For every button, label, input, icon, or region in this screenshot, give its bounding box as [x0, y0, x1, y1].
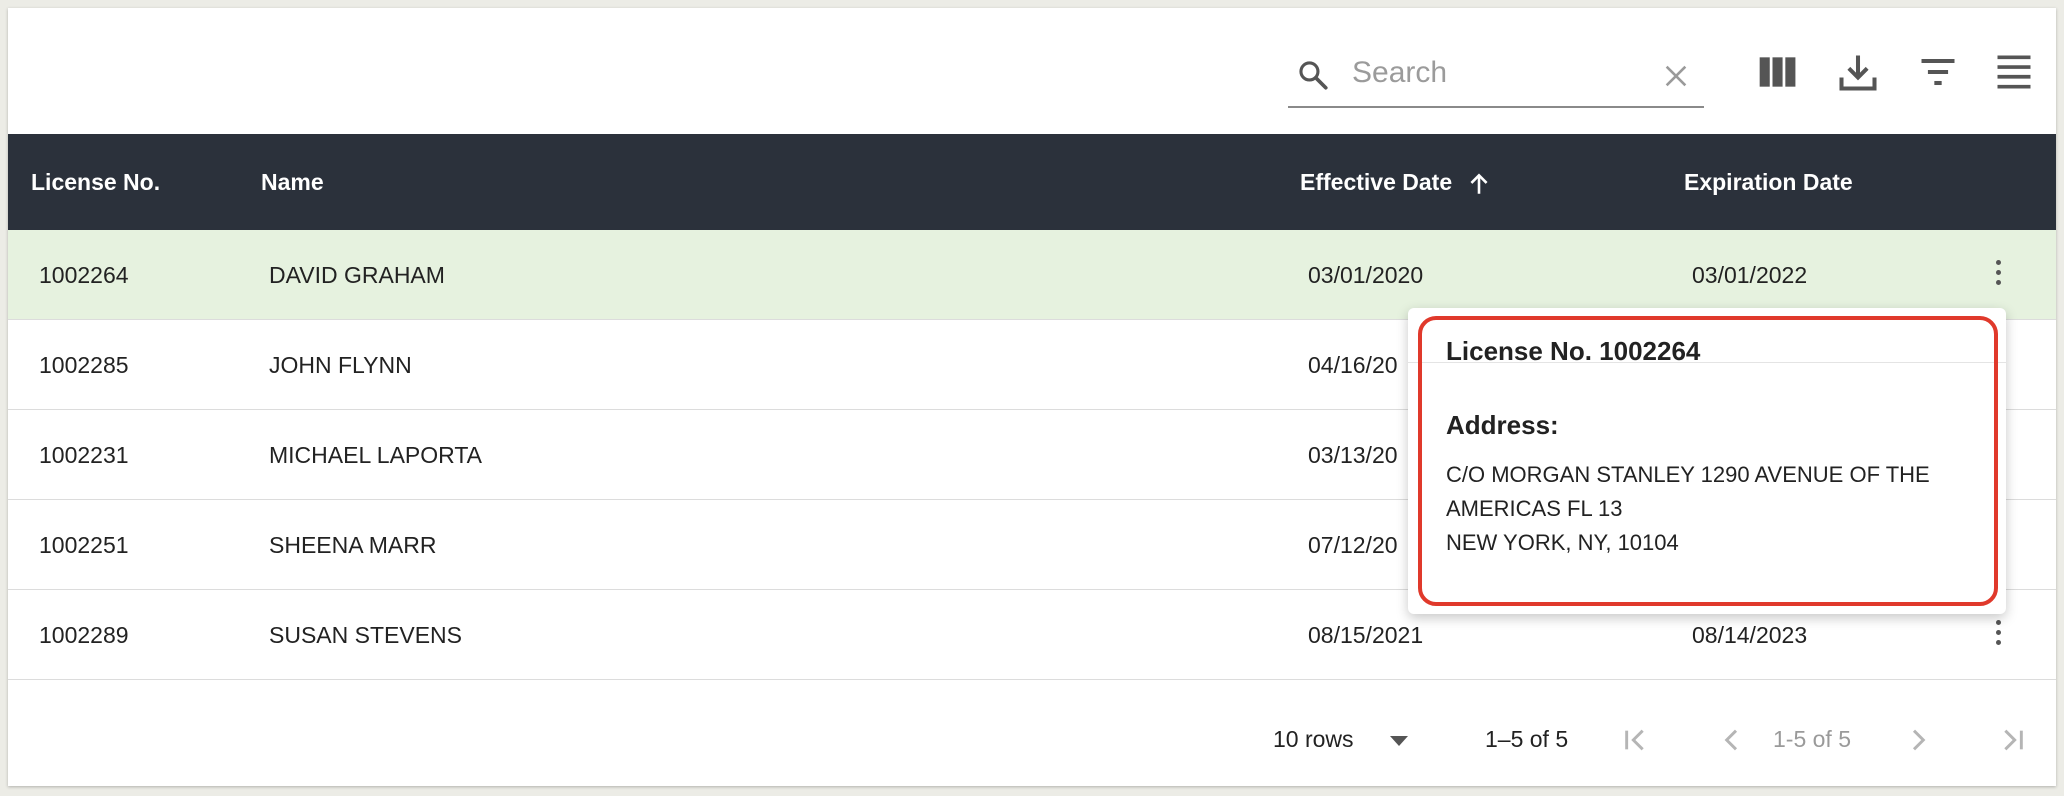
header-effective-date[interactable]: Effective Date [1300, 134, 1452, 230]
page-indicator: 1-5 of 5 [1773, 726, 1851, 752]
cell-effective-date: 07/12/20 [1308, 532, 1398, 558]
cell-name: SUSAN STEVENS [269, 622, 462, 648]
cell-name: MICHAEL LAPORTA [269, 442, 483, 468]
cell-license-no: 1002251 [39, 532, 129, 558]
pagination-range: 1–5 of 5 [1485, 726, 1569, 752]
last-page-icon[interactable] [1996, 724, 2028, 756]
sort-ascending-icon[interactable] [1466, 170, 1492, 198]
chevron-down-icon[interactable] [1388, 734, 1410, 748]
next-page-icon[interactable] [1902, 724, 1934, 756]
table-header: License No. Name Effective Date Expirati… [8, 134, 2056, 230]
cell-name: JOHN FLYNN [269, 352, 412, 378]
cell-license-no: 1002289 [39, 622, 129, 648]
annotation-highlight-box [1418, 316, 1998, 606]
row-menu-icon[interactable] [1992, 260, 2004, 290]
rows-per-page-select[interactable]: 10 rows [1273, 726, 1354, 753]
search-field[interactable]: Search [1288, 46, 1704, 108]
first-page-icon[interactable] [1620, 724, 1652, 756]
density-icon[interactable] [1992, 50, 2036, 94]
filter-icon[interactable] [1916, 50, 1960, 94]
cell-effective-date: 04/16/20 [1308, 352, 1398, 378]
row-menu-icon[interactable] [1992, 620, 2004, 650]
cell-effective-date: 03/13/20 [1308, 442, 1398, 468]
cell-name: DAVID GRAHAM [269, 262, 445, 288]
cell-license-no: 1002264 [39, 262, 129, 288]
cell-expiration-date: 03/01/2022 [1692, 262, 1808, 288]
data-table-panel: Search License No. Name Effective Date E… [8, 8, 2056, 786]
table-row[interactable]: 1002264 DAVID GRAHAM 03/01/2020 03/01/20… [8, 230, 2056, 320]
columns-icon[interactable] [1756, 50, 1800, 94]
search-icon [1299, 61, 1328, 90]
previous-page-icon[interactable] [1716, 724, 1748, 756]
table-toolbar: Search [8, 8, 2056, 134]
header-license-no[interactable]: License No. [31, 134, 160, 230]
download-icon[interactable] [1836, 50, 1880, 94]
cell-effective-date: 08/15/2021 [1308, 622, 1424, 648]
cell-effective-date: 03/01/2020 [1308, 262, 1424, 288]
cell-license-no: 1002231 [39, 442, 129, 468]
table-footer: 10 rows 1–5 of 5 1-5 of 5 [8, 690, 2056, 786]
header-name[interactable]: Name [261, 134, 324, 230]
header-expiration-date[interactable]: Expiration Date [1684, 134, 1853, 230]
cell-name: SHEENA MARR [269, 532, 437, 558]
cell-license-no: 1002285 [39, 352, 129, 378]
clear-icon[interactable] [1662, 62, 1690, 90]
search-input[interactable]: Search [1352, 56, 1447, 90]
license-details-popover: License No. 1002264 Address: C/O MORGAN … [1408, 308, 2006, 614]
